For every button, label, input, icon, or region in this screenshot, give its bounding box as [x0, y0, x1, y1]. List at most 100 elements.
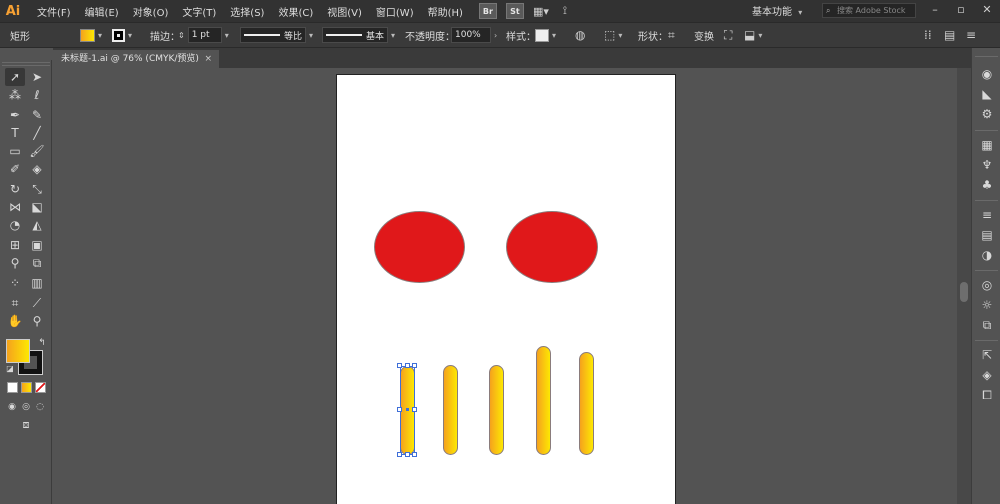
- menu-file[interactable]: 文件(F): [30, 4, 78, 19]
- rectangle-tool-icon[interactable]: ▭: [5, 142, 25, 160]
- symbol-sprayer-tool-icon[interactable]: ⁘: [5, 274, 25, 292]
- swatches-icon[interactable]: ▦: [978, 136, 996, 154]
- type-tool-icon[interactable]: T: [5, 124, 25, 142]
- document-tab[interactable]: 未标题-1.ai @ 76% (CMYK/预览) ×: [53, 50, 219, 68]
- resize-handle[interactable]: [405, 452, 410, 457]
- stock-search-input[interactable]: ⌕ 搜索 Adobe Stock: [822, 3, 916, 18]
- brush-definition[interactable]: 基本 ▾: [322, 23, 395, 47]
- red-ellipse-right[interactable]: [506, 211, 598, 283]
- color-guide-icon[interactable]: ◣: [978, 85, 996, 103]
- swap-fill-stroke-icon[interactable]: ↰: [32, 334, 52, 352]
- stroke-label[interactable]: 描边：: [150, 23, 180, 47]
- variable-width-profile[interactable]: 等比 ▾: [240, 23, 313, 47]
- arrange-documents-icon[interactable]: ▦▾: [533, 5, 549, 18]
- brush-field[interactable]: 基本: [322, 27, 388, 43]
- artboard-tool-icon[interactable]: ⌗: [5, 294, 25, 312]
- stock-button[interactable]: St: [505, 3, 524, 19]
- paintbrush-tool-icon[interactable]: 🖌: [27, 142, 47, 160]
- fill-color-control[interactable]: ▾: [80, 23, 102, 47]
- close-button[interactable]: ✕: [976, 2, 998, 18]
- slice-tool-icon[interactable]: ⟋: [27, 294, 47, 312]
- appearance-icon[interactable]: ◎: [978, 276, 996, 294]
- artboards-icon[interactable]: ⧠: [978, 386, 996, 404]
- menu-select[interactable]: 选择(S): [223, 4, 271, 19]
- panel-options-icon[interactable]: ▤: [944, 23, 955, 47]
- stroke-panel-icon[interactable]: ≡: [978, 206, 996, 224]
- chevron-down-icon[interactable]: ▾: [309, 31, 313, 40]
- chevron-down-icon[interactable]: ▾: [225, 31, 229, 40]
- shaper-tool-icon[interactable]: ✐: [5, 160, 25, 178]
- color-mode-icon[interactable]: [7, 382, 18, 393]
- line-tool-icon[interactable]: ╱: [27, 124, 47, 142]
- panel-grip[interactable]: [2, 62, 50, 66]
- opacity-label[interactable]: 不透明度：: [405, 23, 455, 47]
- chevron-right-icon[interactable]: ›: [494, 31, 497, 40]
- export-icon[interactable]: ⇱: [978, 346, 996, 364]
- resize-handle[interactable]: [412, 452, 417, 457]
- direct-selection-tool-icon[interactable]: ➤: [27, 68, 47, 86]
- workspace-switcher[interactable]: 基本功能 ▾: [752, 3, 802, 18]
- close-tab-icon[interactable]: ×: [204, 50, 212, 68]
- align-to-selection-icon[interactable]: ⬚ ▾: [604, 23, 622, 47]
- curvature-tool-icon[interactable]: ✎: [27, 106, 47, 124]
- width-tool-icon[interactable]: ⋈: [5, 198, 25, 216]
- chevron-down-icon[interactable]: ▾: [391, 31, 395, 40]
- resize-handle[interactable]: [412, 363, 417, 368]
- artboard[interactable]: [336, 74, 676, 504]
- eraser-tool-icon[interactable]: ◈: [27, 160, 47, 178]
- menu-effect[interactable]: 效果(C): [271, 4, 320, 19]
- menu-edit[interactable]: 编辑(E): [78, 4, 126, 19]
- resize-handle[interactable]: [412, 407, 417, 412]
- gradient-bar[interactable]: [579, 352, 594, 455]
- scale-tool-icon[interactable]: ⤡: [27, 180, 47, 198]
- maximize-button[interactable]: ▫: [950, 2, 972, 18]
- resize-handle[interactable]: [397, 407, 402, 412]
- stroke-weight-control[interactable]: ⇕ 1 pt ▾: [178, 23, 229, 47]
- canvas-area[interactable]: [53, 68, 956, 504]
- shape-properties-icon[interactable]: ⌗: [668, 23, 675, 47]
- gradient-mode-icon[interactable]: [21, 382, 32, 393]
- transparency-icon[interactable]: ◑: [978, 246, 996, 264]
- stroke-color-control[interactable]: ▾: [112, 23, 132, 47]
- isolate-object-icon[interactable]: ⛶: [724, 23, 732, 47]
- magic-wand-tool-icon[interactable]: ⁂: [5, 86, 25, 104]
- menu-view[interactable]: 视图(V): [320, 4, 369, 19]
- gradient-tool-icon[interactable]: ▣: [27, 236, 47, 254]
- mesh-tool-icon[interactable]: ⊞: [5, 236, 25, 254]
- opacity-input[interactable]: 100%: [451, 27, 491, 43]
- gradient-panel-icon[interactable]: ▤: [978, 226, 996, 244]
- gpu-performance-icon[interactable]: ⟟: [563, 4, 567, 18]
- layers-alt-icon[interactable]: ⧉: [978, 316, 996, 334]
- resize-handle[interactable]: [397, 452, 402, 457]
- perspective-grid-tool-icon[interactable]: ◭: [27, 216, 47, 234]
- eyedropper-tool-icon[interactable]: ⚲: [5, 254, 25, 272]
- fill-swatch-large[interactable]: [6, 339, 30, 363]
- graphic-styles-icon[interactable]: ☼: [978, 296, 996, 314]
- recolor-artwork-icon[interactable]: ◍: [575, 23, 585, 47]
- red-ellipse-left[interactable]: [374, 211, 465, 283]
- menu-help[interactable]: 帮助(H): [421, 4, 470, 19]
- vertical-scrollbar[interactable]: [957, 68, 971, 504]
- control-menu-icon[interactable]: ≡: [966, 23, 976, 47]
- symbols-icon[interactable]: ♣: [978, 176, 996, 194]
- profile-field[interactable]: 等比: [240, 27, 306, 43]
- menu-object[interactable]: 对象(O): [126, 4, 176, 19]
- transform-button[interactable]: 变换: [694, 23, 714, 47]
- rotate-tool-icon[interactable]: ↻: [5, 180, 25, 198]
- select-similar-icon[interactable]: ⬓ ▾: [744, 23, 762, 47]
- minimize-button[interactable]: –: [924, 2, 946, 18]
- zoom-tool-icon[interactable]: ⚲: [27, 312, 47, 330]
- resize-handle[interactable]: [397, 363, 402, 368]
- shape-label[interactable]: 形状：: [638, 23, 668, 47]
- draw-inside-icon[interactable]: ◌: [30, 398, 50, 416]
- brushes-icon[interactable]: ♆: [978, 156, 996, 174]
- gradient-bar[interactable]: [536, 346, 551, 455]
- bridge-button[interactable]: Br: [478, 3, 497, 19]
- menu-type[interactable]: 文字(T): [175, 4, 223, 19]
- scrollbar-thumb[interactable]: [960, 282, 968, 302]
- graphic-style-control[interactable]: ▾: [535, 23, 556, 47]
- none-mode-icon[interactable]: [35, 382, 46, 393]
- pen-tool-icon[interactable]: ✒: [5, 106, 25, 124]
- opacity-control[interactable]: 100% ›: [451, 23, 497, 47]
- color-panel-icon[interactable]: ◉: [978, 65, 996, 83]
